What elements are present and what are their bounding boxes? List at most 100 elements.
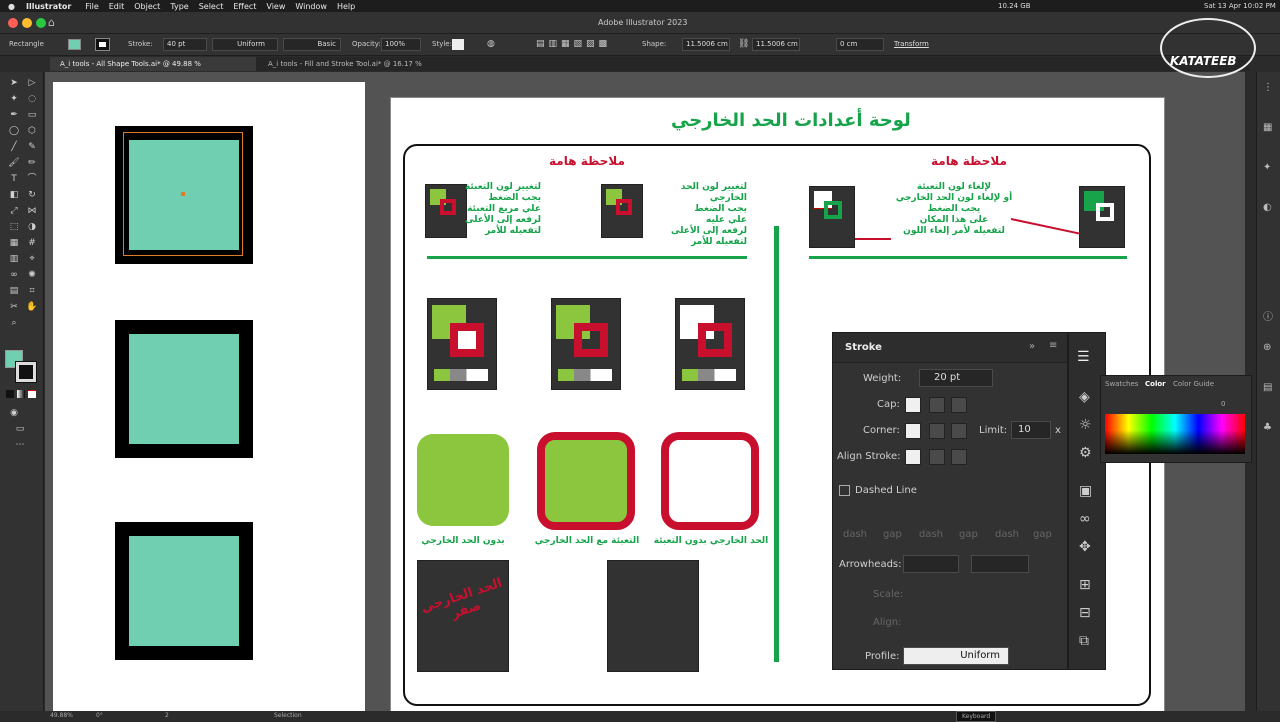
layers-icon[interactable]: ◈ bbox=[1079, 389, 1090, 405]
graph-tool-icon[interactable]: ▤ bbox=[8, 286, 20, 296]
align-center-button[interactable] bbox=[905, 449, 921, 465]
limit-field[interactable]: 10 bbox=[1011, 421, 1051, 439]
weight-field[interactable]: 20 pt bbox=[919, 369, 993, 387]
menu-select[interactable]: Select bbox=[199, 2, 224, 11]
tab-swatches[interactable]: Swatches bbox=[1105, 380, 1138, 388]
pathfinder-icon[interactable]: ⧉ bbox=[1079, 633, 1089, 649]
stroke-swatch[interactable] bbox=[95, 38, 110, 51]
rectangle-shape[interactable] bbox=[115, 320, 253, 458]
tab-fill-and-stroke[interactable]: A_i tools - Fill and Stroke Tool.ai* @ 1… bbox=[258, 57, 478, 82]
close-window-button[interactable] bbox=[8, 18, 18, 28]
more-tools-icon[interactable]: ⋯ bbox=[14, 440, 26, 450]
link-icon[interactable]: ⛓ bbox=[738, 39, 749, 49]
dock-icon[interactable]: ▦ bbox=[1263, 122, 1272, 133]
direct-selection-tool-icon[interactable]: ▷ bbox=[26, 78, 38, 88]
scale-tool-icon[interactable]: ⤢ bbox=[8, 206, 20, 216]
align-icons[interactable]: ▤▥▦▧▨▩ bbox=[536, 39, 611, 49]
menu-window[interactable]: Window bbox=[295, 2, 327, 11]
apple-icon[interactable]: ● bbox=[8, 2, 15, 11]
gradient-icon[interactable] bbox=[17, 390, 25, 398]
blend-tool-icon[interactable]: ∞ bbox=[8, 270, 20, 280]
dock-icon[interactable]: ⊕ bbox=[1263, 342, 1271, 353]
gradient-panel-icon[interactable]: ▣ bbox=[1079, 483, 1092, 499]
tab-all-shape-tools[interactable]: A_i tools - All Shape Tools.ai* @ 49.88 … bbox=[50, 57, 256, 82]
recolor-icon[interactable]: ◍ bbox=[487, 39, 495, 49]
slice-tool-icon[interactable]: ✂ bbox=[8, 302, 20, 312]
home-icon[interactable]: ⌂ bbox=[48, 16, 55, 29]
end-arrowhead-dropdown[interactable] bbox=[971, 555, 1029, 573]
shape-width-field[interactable]: 11.5006 cm bbox=[682, 38, 730, 51]
butt-cap-button[interactable] bbox=[905, 397, 921, 413]
color-spectrum[interactable] bbox=[1105, 414, 1245, 454]
round-cap-button[interactable] bbox=[929, 397, 945, 413]
symbol-sprayer-icon[interactable]: ✺ bbox=[26, 270, 38, 280]
zoom-tool-icon[interactable]: ⌕ bbox=[8, 318, 20, 328]
corner-radius-field[interactable]: 0 cm bbox=[836, 38, 884, 51]
transform-panel-icon[interactable]: ⊞ bbox=[1079, 577, 1091, 593]
shape-height-field[interactable]: 11.5006 cm bbox=[752, 38, 800, 51]
polygon-tool-icon[interactable]: ⬡ bbox=[26, 126, 38, 136]
perspective-grid-icon[interactable]: ▦ bbox=[8, 238, 20, 248]
artboard-tool-icon[interactable]: ⌗ bbox=[26, 286, 38, 296]
brush-dropdown[interactable]: Basic bbox=[283, 38, 341, 51]
hand-tool-icon[interactable]: ✋ bbox=[26, 302, 38, 312]
shape-builder-icon[interactable]: ◑ bbox=[26, 222, 38, 232]
properties-icon[interactable]: ⚙ bbox=[1079, 445, 1092, 461]
dock-icon[interactable]: ▤ bbox=[1263, 382, 1272, 393]
links-icon[interactable]: ∞ bbox=[1079, 511, 1091, 527]
selection-tool-icon[interactable]: ➤ bbox=[8, 78, 20, 88]
menu-app[interactable]: Illustrator bbox=[26, 2, 71, 11]
opacity-field[interactable]: 100% bbox=[381, 38, 421, 51]
pen-tool-icon[interactable]: ✒ bbox=[8, 110, 20, 120]
eyedropper-icon[interactable]: ⌖ bbox=[26, 254, 38, 264]
dock-icon[interactable]: ♣ bbox=[1263, 422, 1272, 433]
stroke-indicator[interactable] bbox=[15, 361, 37, 383]
stroke-panel-icon[interactable]: ☰ bbox=[1077, 349, 1090, 365]
collapse-icon[interactable]: » bbox=[1029, 341, 1035, 352]
type-tool-icon[interactable]: T bbox=[8, 174, 20, 184]
rectangle-tool-icon[interactable]: ▭ bbox=[26, 110, 38, 120]
menu-type[interactable]: Type bbox=[170, 2, 188, 11]
dashed-checkbox[interactable] bbox=[839, 485, 850, 496]
rotate-tool-icon[interactable]: ↻ bbox=[26, 190, 38, 200]
align-outside-button[interactable] bbox=[951, 449, 967, 465]
free-transform-icon[interactable]: ⬚ bbox=[8, 222, 20, 232]
mesh-tool-icon[interactable]: # bbox=[26, 238, 38, 248]
pencil-tool-icon[interactable]: ✎ bbox=[26, 142, 38, 152]
info-icon[interactable]: ⓘ bbox=[1263, 308, 1273, 323]
tab-color[interactable]: Color bbox=[1145, 380, 1166, 388]
puppet-warp-icon[interactable]: ✥ bbox=[1079, 539, 1091, 555]
zoom-level[interactable]: 49.88% bbox=[50, 712, 73, 719]
stroke-weight-field[interactable]: 40 pt bbox=[163, 38, 207, 51]
eraser-tool-icon[interactable]: ◧ bbox=[8, 190, 20, 200]
bevel-join-button[interactable] bbox=[951, 423, 967, 439]
menu-edit[interactable]: Edit bbox=[109, 2, 125, 11]
tab-color-guide[interactable]: Color Guide bbox=[1173, 380, 1214, 388]
dock-icon[interactable]: ⋮ bbox=[1263, 82, 1273, 93]
arc-tool-icon[interactable]: ⌒ bbox=[26, 174, 38, 184]
rectangle-shape-selected[interactable] bbox=[115, 126, 253, 264]
menu-view[interactable]: View bbox=[266, 2, 285, 11]
line-tool-icon[interactable]: ╱ bbox=[8, 142, 20, 152]
transform-link[interactable]: Transform bbox=[894, 40, 929, 48]
appearance-icon[interactable]: ☼ bbox=[1079, 417, 1092, 433]
color-icon[interactable] bbox=[6, 390, 14, 398]
menu-effect[interactable]: Effect bbox=[233, 2, 256, 11]
screen-mode-icon[interactable]: ▭ bbox=[14, 424, 26, 434]
align-inside-button[interactable] bbox=[929, 449, 945, 465]
projecting-cap-button[interactable] bbox=[951, 397, 967, 413]
brush-tool-icon[interactable]: 🖌 bbox=[8, 158, 20, 168]
menu-object[interactable]: Object bbox=[134, 2, 160, 11]
width-tool-icon[interactable]: ⋈ bbox=[26, 206, 38, 216]
gradient-tool-icon[interactable]: ▥ bbox=[8, 254, 20, 264]
style-swatch[interactable] bbox=[452, 39, 464, 50]
start-arrowhead-dropdown[interactable] bbox=[903, 555, 959, 573]
rectangle-shape[interactable] bbox=[115, 522, 253, 660]
rotation[interactable]: 0° bbox=[96, 712, 103, 719]
menu-help[interactable]: Help bbox=[337, 2, 355, 11]
dock-icon[interactable]: ◐ bbox=[1263, 202, 1272, 213]
profile-dropdown[interactable]: Uniform bbox=[903, 647, 1009, 665]
menu-file[interactable]: File bbox=[85, 2, 98, 11]
ellipse-tool-icon[interactable]: ◯ bbox=[8, 126, 20, 136]
blob-brush-icon[interactable]: ✏ bbox=[26, 158, 38, 168]
